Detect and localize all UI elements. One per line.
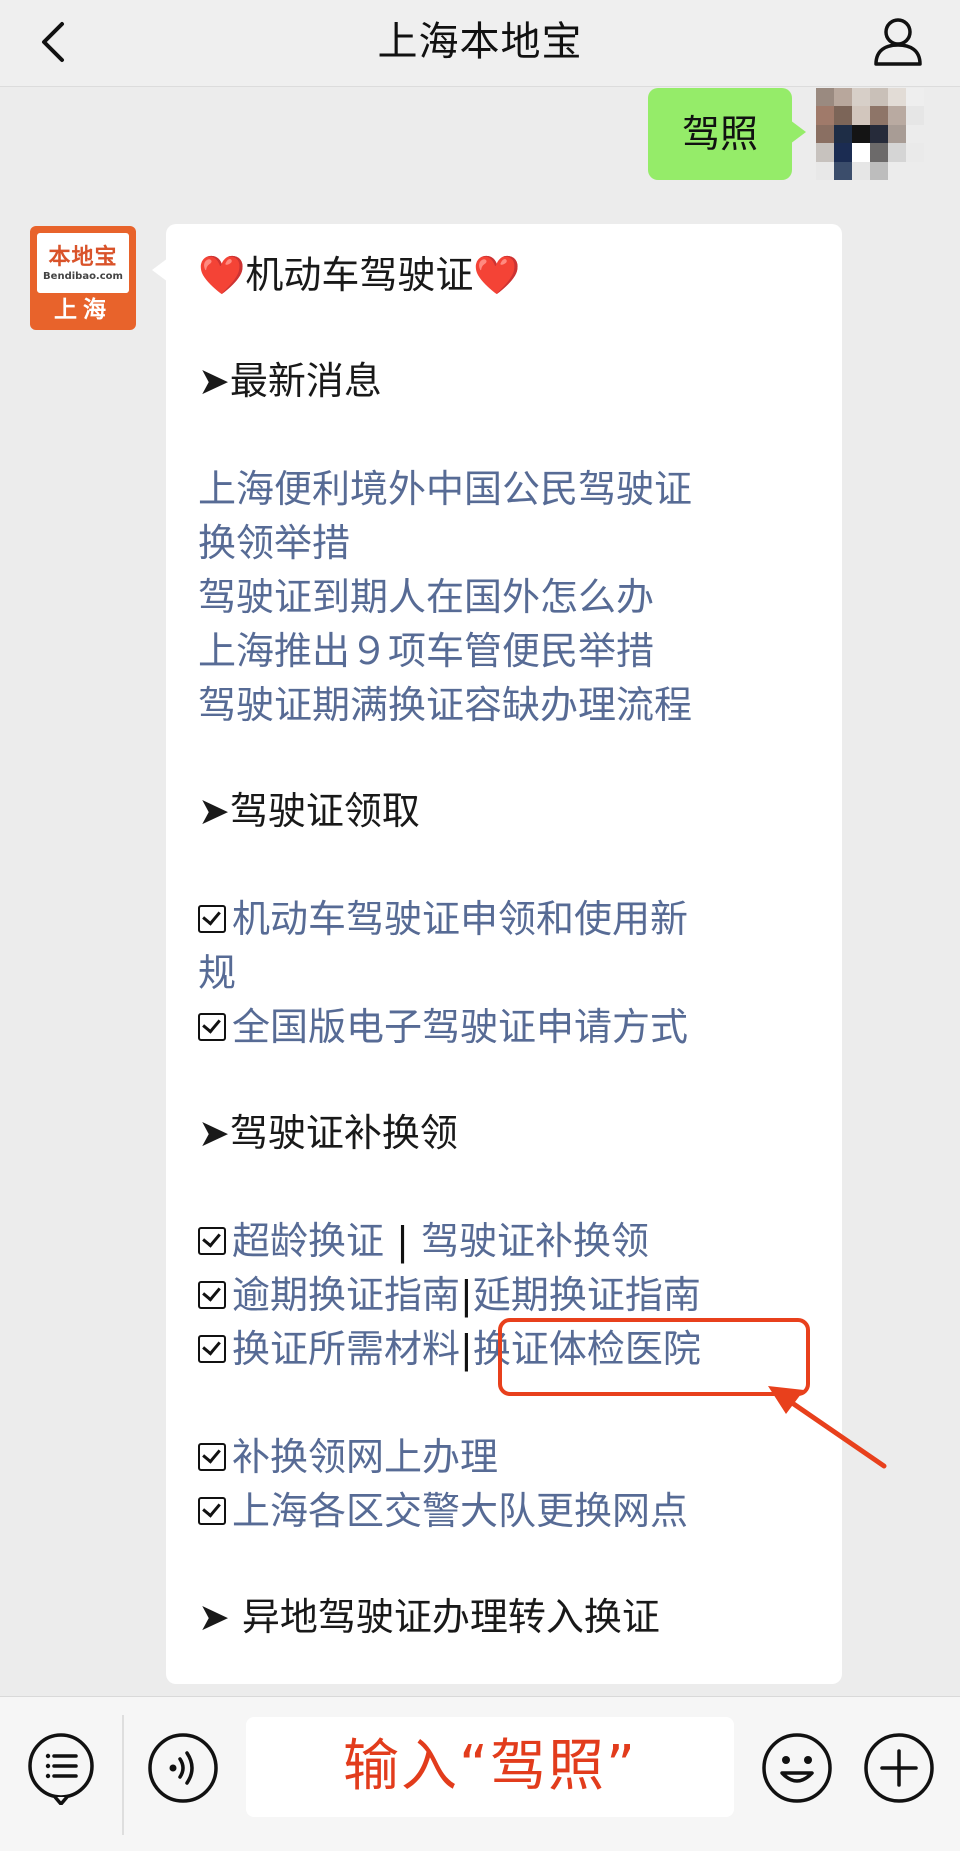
list-item: 超龄换证 | 驾驶证补换领 — [198, 1216, 649, 1266]
link-district-stations[interactable]: 上海各区交警大队更换网点 — [232, 1489, 688, 1533]
link-new-rules-cont[interactable]: 规 — [198, 948, 236, 998]
list-item: 上海各区交警大队更换网点 — [198, 1486, 688, 1536]
checkbox-icon — [198, 1280, 226, 1309]
voice-icon[interactable] — [146, 1731, 220, 1805]
separator: | — [460, 1327, 473, 1371]
top-navigation-bar: 上海本地宝 — [0, 0, 960, 87]
list-item: 逾期换证指南|延期换证指南 — [198, 1270, 701, 1320]
user-icon[interactable] — [866, 10, 930, 74]
list-item: 机动车驾驶证申领和使用新 — [198, 894, 688, 944]
link-required-materials[interactable]: 换证所需材料 — [232, 1327, 460, 1371]
link-overage-renewal[interactable]: 超龄换证 — [232, 1219, 384, 1263]
list-item: 全国版电子驾驶证申请方式 — [198, 1002, 688, 1052]
heading-license-get: ➤驾驶证领取 — [198, 789, 420, 833]
arrow-icon — [768, 1386, 887, 1469]
my-message-bubble[interactable]: 驾照 — [647, 88, 807, 180]
checkbox-icon — [198, 1334, 226, 1363]
menu-icon[interactable] — [24, 1731, 98, 1805]
heading-latest-news: ➤最新消息 — [198, 359, 382, 403]
page-title: 上海本地宝 — [377, 19, 583, 65]
avatar-site: Bendibao.com — [43, 271, 123, 282]
avatar-brand: 本地宝 — [48, 245, 118, 270]
heading-transfer: ➤ 异地驾驶证办理转入换证 — [198, 1595, 660, 1639]
my-avatar[interactable] — [816, 88, 924, 180]
reply-message-card: ❤️机动车驾驶证❤️ ➤最新消息 上海便利境外中国公民驾驶证 换领举措 驾驶证到… — [152, 224, 842, 1684]
card-title: ❤️机动车驾驶证❤️ — [198, 253, 521, 297]
link-overdue-guide[interactable]: 逾期换证指南 — [232, 1273, 460, 1317]
checkbox-icon — [198, 904, 226, 933]
emoji-icon[interactable] — [760, 1731, 834, 1805]
link-overseas-license-cont[interactable]: 换领举措 — [198, 518, 350, 568]
link-expired-abroad[interactable]: 驾驶证到期人在国外怎么办 — [198, 572, 654, 622]
plus-icon[interactable] — [862, 1731, 936, 1805]
checkbox-icon — [198, 1226, 226, 1255]
list-item: 补换领网上办理 — [198, 1432, 498, 1482]
bottom-input-bar: 输入“驾照” — [0, 1696, 960, 1851]
heading-license-renew: ➤驾驶证补换领 — [198, 1111, 458, 1155]
link-renewal-process[interactable]: 驾驶证期满换证容缺办理流程 — [198, 680, 692, 730]
link-online-service[interactable]: 补换领网上办理 — [232, 1435, 498, 1479]
bendibao-avatar[interactable]: 本地宝 Bendibao.com 上海 — [30, 226, 136, 330]
my-message-text: 驾照 — [681, 112, 758, 156]
link-extension-guide[interactable]: 延期换证指南 — [473, 1273, 701, 1317]
separator: | — [384, 1219, 421, 1263]
checkbox-icon — [198, 1012, 226, 1041]
avatar-logo-panel: 本地宝 Bendibao.com — [37, 233, 129, 293]
bottom-divider — [122, 1715, 124, 1835]
separator: | — [460, 1273, 473, 1317]
message-input[interactable]: 输入“驾照” — [246, 1717, 734, 1817]
link-replacement[interactable]: 驾驶证补换领 — [421, 1219, 649, 1263]
checkbox-icon — [198, 1496, 226, 1525]
link-new-rules[interactable]: 机动车驾驶证申领和使用新 — [232, 897, 688, 941]
link-nine-measures[interactable]: 上海推出９项车管便民举措 — [198, 626, 654, 676]
checkbox-icon — [198, 1442, 226, 1471]
avatar-city: 上海 — [54, 297, 112, 323]
link-e-license[interactable]: 全国版电子驾驶证申请方式 — [232, 1005, 688, 1049]
link-overseas-license[interactable]: 上海便利境外中国公民驾驶证 — [198, 464, 692, 514]
